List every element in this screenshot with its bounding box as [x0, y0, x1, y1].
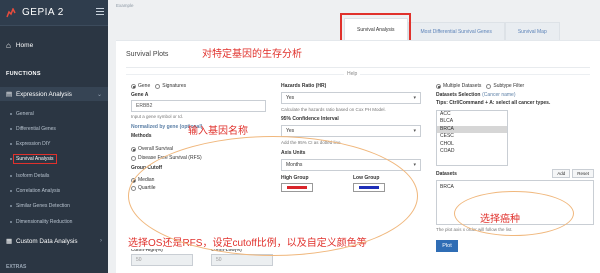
add-button[interactable]: Add [552, 169, 571, 178]
table-icon: ▦ [6, 237, 12, 245]
radio-multiple-label: Multiple Datasets [443, 83, 482, 89]
hr-label: Hazards Ratio (HR) [281, 83, 327, 89]
home-label: Home [15, 41, 34, 49]
sidebar-item-label: Isoform Details [16, 173, 50, 179]
gene-a-label: Gene A [131, 92, 149, 98]
hr-value: Yes [286, 95, 295, 101]
hr-select[interactable]: Yes ▾ [281, 92, 421, 104]
tab-most-differential[interactable]: Most Differential Survival Genes [407, 22, 505, 40]
gene-a-hint: Input a gene symbol or Id. [131, 114, 184, 119]
chevron-down-icon: ⌄ [96, 91, 102, 98]
sidebar-item-label: Correlation Analysis [16, 188, 61, 194]
custom-section-label: Custom Data Analysis [15, 237, 78, 245]
gene-annotation: 输入基因名称 [188, 126, 248, 137]
radio-signatures[interactable] [155, 83, 161, 89]
logo-icon [6, 7, 16, 18]
logo-bar: GEPIA 2 [0, 0, 108, 26]
menu-toggle-icon[interactable] [96, 8, 104, 16]
sidebar: GEPIA 2 ⌂ Home FUNCTIONS ▤ Expression An… [0, 0, 108, 273]
gene-type-radio-group: Gene Signatures [131, 83, 266, 89]
sidebar-section-expression[interactable]: ▤ Expression Analysis ⌄ [0, 87, 108, 101]
caret-down-icon: ▾ [413, 95, 416, 101]
sidebar-item-label: Dimensionality Reduction [16, 219, 73, 225]
hr-hint: Calculate the hazards ratio based on Cox… [281, 107, 386, 112]
title-annotation: 对特定基因的生存分析 [202, 49, 302, 60]
sidebar-item-label: Differential Genes [16, 126, 56, 132]
radio-dfs[interactable] [131, 155, 136, 161]
sidebar-item-dimensionality-reduction[interactable]: Dimensionality Reduction [0, 216, 108, 228]
list-item[interactable]: CHOL [437, 141, 507, 148]
list-item[interactable]: COAD [437, 148, 507, 155]
annotation-box [340, 13, 411, 43]
breadcrumb[interactable]: Example [116, 3, 134, 8]
radio-subtype-filter[interactable] [486, 83, 492, 89]
help-link[interactable]: Help [344, 71, 361, 77]
chevron-right-icon: › [100, 238, 102, 244]
gene-a-input[interactable]: ERBB2 [131, 100, 266, 112]
ci-label: 95% Confidence Interval [281, 116, 339, 122]
radio-signatures-label: Signatures [162, 83, 187, 89]
sidebar-item-label: Survival Analysis [13, 154, 57, 164]
sidebar-item-differential-genes[interactable]: Differential Genes [0, 123, 108, 135]
radio-gene-label: Gene [138, 83, 151, 89]
sidebar-item-label: Expression DIY [16, 141, 51, 147]
select-all-tip: Tips: Ctrl/Command + A: select all cance… [436, 100, 551, 106]
sidebar-section-custom[interactable]: ▦ Custom Data Analysis › [0, 234, 108, 248]
sidebar-item-label: General [16, 111, 34, 117]
chart-icon: ▤ [6, 90, 12, 98]
caret-down-icon: ▾ [413, 162, 416, 168]
caret-down-icon: ▾ [413, 128, 416, 134]
sidebar-item-isoform-details[interactable]: Isoform Details [0, 170, 108, 182]
annotation-ellipse [454, 191, 574, 236]
sidebar-item-general[interactable]: General [0, 108, 108, 120]
dataset-entry: BRCA [440, 184, 454, 190]
app-title: GEPIA 2 [22, 7, 64, 18]
list-item[interactable]: BLCA [437, 118, 507, 125]
sidebar-item-home[interactable]: ⌂ Home [0, 38, 108, 52]
datasets-selection-label: Datasets Selection [436, 92, 481, 98]
divider [126, 67, 590, 68]
annotation-ellipse [128, 136, 418, 256]
main-area: Example Survival Analysis Most Different… [108, 0, 600, 273]
cutoff-high-input[interactable]: 50 [131, 254, 193, 266]
home-icon: ⌂ [6, 40, 11, 50]
functions-heading: FUNCTIONS [6, 71, 41, 77]
sidebar-item-similar-genes[interactable]: Similar Genes Detection [0, 200, 108, 212]
ci-select[interactable]: Yes ▾ [281, 125, 421, 137]
radio-gene[interactable] [131, 83, 136, 89]
radio-os-label: Overall Survival [138, 146, 174, 152]
reset-button[interactable]: Reset [572, 169, 594, 178]
list-item[interactable]: CESC [437, 133, 507, 140]
list-item[interactable]: BRCA [437, 125, 507, 134]
expression-section-label: Expression Analysis [15, 90, 72, 98]
tab-survival-map[interactable]: Survival Map [504, 22, 560, 40]
list-item[interactable]: ACC [437, 111, 507, 118]
radio-subtype-label: Subtype Filter [493, 83, 525, 89]
sidebar-item-label: Similar Genes Detection [16, 203, 70, 209]
cancer-name-hint: (Cancer name) [482, 92, 516, 98]
sidebar-item-survival-analysis[interactable]: Survival Analysis [0, 153, 108, 165]
radio-multiple-datasets[interactable] [436, 83, 441, 89]
cancer-type-listbox[interactable]: ACC BLCA BRCA CESC CHOL COAD [436, 110, 508, 166]
extras-heading: EXTRAS [6, 264, 27, 270]
radio-os[interactable] [131, 146, 136, 152]
datasets-label: Datasets [436, 170, 457, 177]
panel-title: Survival Plots [126, 51, 169, 58]
sidebar-item-expression-diy[interactable]: Expression DIY [0, 138, 108, 150]
dataset-mode-radio-group: Multiple Datasets Subtype Filter [436, 83, 594, 89]
survival-panel: Survival Plots 对特定基因的生存分析 Help Gene Sign… [116, 40, 600, 273]
ci-value: Yes [286, 128, 295, 134]
sidebar-item-correlation-analysis[interactable]: Correlation Analysis [0, 185, 108, 197]
plot-button[interactable]: Plot [436, 240, 458, 252]
